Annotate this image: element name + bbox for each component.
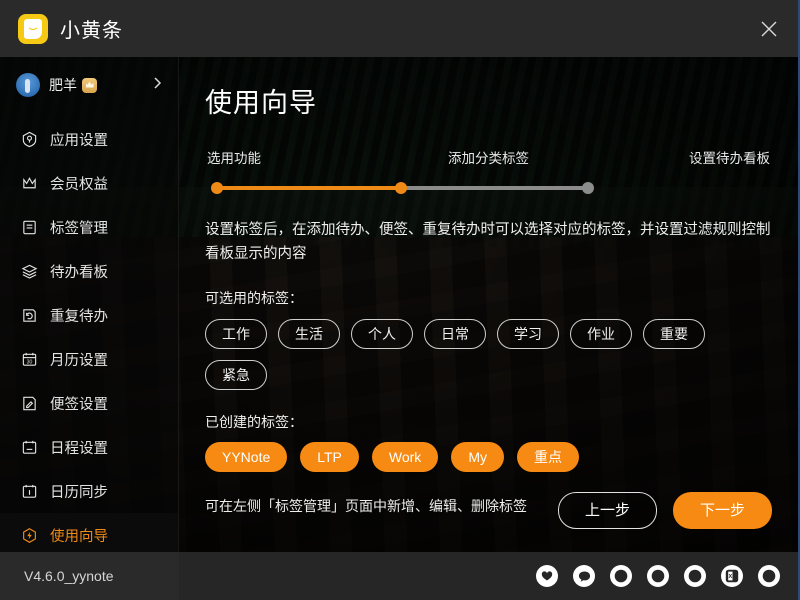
sidebar-item-label: 应用设置 (50, 132, 108, 149)
sidebar: 肥羊 应用设置 会员权益 标签管理 待办看板 重复待办 30 月历设置 便签设置… (0, 57, 179, 557)
sidebar-nav: 应用设置 会员权益 标签管理 待办看板 重复待办 30 月历设置 便签设置 日程… (0, 117, 178, 557)
created-tag-chip[interactable]: Work (371, 442, 439, 472)
step-labels: 选用功能 添加分类标签 设置待办看板 (205, 147, 772, 167)
tag-chip[interactable]: 日常 (424, 319, 486, 349)
created-tag-chip[interactable]: My (451, 442, 504, 472)
sidebar-item-month-calendar-settings[interactable]: 30 月历设置 (0, 337, 178, 381)
svg-text:X: X (728, 574, 732, 580)
sidebar-item-sticky-note-settings[interactable]: 便签设置 (0, 381, 178, 425)
crown-badge-icon (82, 77, 97, 93)
question-mark-icon[interactable]: ? (610, 565, 632, 587)
tag-chip[interactable]: 紧急 (205, 360, 267, 390)
created-tags-label: 已创建的标签： (205, 414, 303, 430)
sidebar-item-member-benefits[interactable]: 会员权益 (0, 161, 178, 205)
sidebar-item-label: 标签管理 (50, 220, 108, 237)
sidebar-item-schedule-settings[interactable]: 日程设置 (0, 425, 178, 469)
version-text: V4.6.0_yynote (24, 568, 114, 584)
svg-text:?: ? (618, 571, 623, 581)
sidebar-item-todo-board[interactable]: 待办看板 (0, 249, 178, 293)
user-profile-row[interactable]: 肥羊 (0, 57, 178, 113)
tag-chip[interactable]: 个人 (351, 319, 413, 349)
step-segment-pending (401, 186, 588, 190)
excel-export-icon[interactable]: X (721, 565, 743, 587)
step-dot-3[interactable] (582, 182, 594, 194)
calendar-sync-icon (20, 482, 39, 501)
step-description: 设置标签后，在添加待办、便签、重复待办时可以选择对应的标签，并设置过滤规则控制看… (205, 222, 771, 262)
created-tag-chip[interactable]: YYNote (205, 442, 288, 472)
user-name: 肥羊 (49, 77, 77, 93)
created-tags-row: YYNote LTP Work My 重点 (205, 442, 772, 472)
step-dot-2[interactable] (395, 182, 407, 194)
app-logo-icon (18, 13, 48, 44)
step-segment-completed (217, 186, 403, 190)
close-icon[interactable] (752, 12, 786, 46)
calendar-30-icon: 30 (20, 350, 39, 369)
step-track (205, 182, 772, 194)
share-arrow-icon[interactable] (647, 565, 669, 587)
sidebar-item-label: 日程设置 (50, 440, 108, 457)
note-edit-icon (20, 394, 39, 413)
tag-chip[interactable]: 生活 (278, 319, 340, 349)
app-title: 小黄条 (60, 20, 123, 42)
step-dot-1[interactable] (211, 182, 223, 194)
avatar (16, 73, 40, 97)
tag-chip[interactable]: 学习 (497, 319, 559, 349)
sidebar-item-label: 待办看板 (50, 264, 108, 281)
heart-icon[interactable] (536, 565, 558, 587)
step-label-3: 设置待办看板 (689, 151, 770, 166)
version-bar: V4.6.0_yynote (0, 552, 179, 600)
sidebar-item-calendar-sync[interactable]: 日历同步 (0, 469, 178, 513)
tag-chip[interactable]: 工作 (205, 319, 267, 349)
sidebar-item-repeat-todo[interactable]: 重复待办 (0, 293, 178, 337)
step-progress: 选用功能 添加分类标签 设置待办看板 (205, 147, 772, 194)
page-title: 使用向导 (205, 88, 317, 118)
sidebar-item-label: 会员权益 (50, 176, 108, 193)
app-window: 小黄条 肥羊 应用设置 会员权益 标签管理 待办看板 重复待办 30 月历设置 … (0, 0, 800, 600)
tag-chip[interactable]: 重要 (643, 319, 705, 349)
step-label-1: 选用功能 (207, 151, 261, 166)
repeat-task-icon (20, 306, 39, 325)
tag-chip[interactable]: 作业 (570, 319, 632, 349)
lightning-hex-icon (20, 526, 39, 545)
chevron-right-icon[interactable] (150, 76, 164, 95)
title-bar: 小黄条 (0, 0, 798, 57)
selectable-tags-row: 工作 生活 个人 日常 学习 作业 重要 紧急 (205, 319, 772, 390)
sidebar-item-tag-management[interactable]: 标签管理 (0, 205, 178, 249)
sidebar-item-label: 日历同步 (50, 484, 108, 501)
sidebar-item-label: 月历设置 (50, 352, 108, 369)
bottom-bar: ? X (179, 552, 798, 600)
home-icon[interactable] (758, 565, 780, 587)
calendar-minus-icon (20, 438, 39, 457)
next-step-button[interactable]: 下一步 (672, 492, 772, 529)
sidebar-item-label: 重复待办 (50, 308, 108, 325)
sidebar-item-usage-guide[interactable]: 使用向导 (0, 513, 178, 557)
selectable-tags-label: 可选用的标签： (205, 290, 303, 306)
chat-bubble-icon[interactable] (573, 565, 595, 587)
layers-icon (20, 262, 39, 281)
wizard-footer-buttons: 上一步 下一步 (557, 492, 772, 529)
sidebar-item-label: 使用向导 (50, 528, 108, 545)
tag-list-icon (20, 218, 39, 237)
refresh-icon[interactable] (684, 565, 706, 587)
previous-step-button[interactable]: 上一步 (557, 492, 657, 529)
svg-text:30: 30 (27, 359, 33, 365)
shield-settings-icon (20, 130, 39, 149)
sidebar-item-label: 便签设置 (50, 396, 108, 413)
main-content: 使用向导 选用功能 添加分类标签 设置待办看板 设置标签后，在添加待办、便签、重… (179, 57, 798, 552)
step-label-2: 添加分类标签 (448, 151, 529, 166)
crown-icon (20, 174, 39, 193)
created-tag-chip[interactable]: LTP (300, 442, 359, 472)
created-tag-chip[interactable]: 重点 (516, 442, 579, 472)
sidebar-item-app-settings[interactable]: 应用设置 (0, 117, 178, 161)
